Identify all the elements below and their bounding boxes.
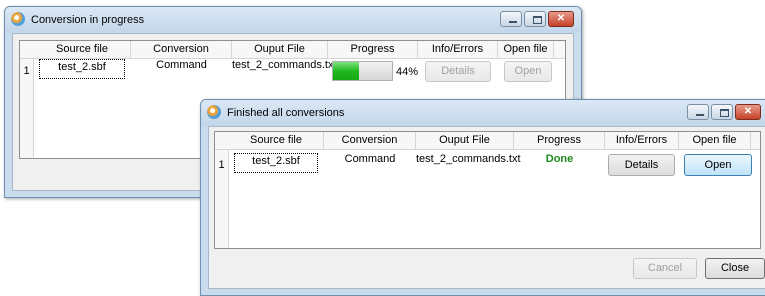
column-header-progress[interactable]: Progress <box>328 41 418 58</box>
window-title: Conversion in progress <box>31 14 145 26</box>
window-client-area: Source file Conversion Ouput File Progre… <box>208 126 765 289</box>
column-header-open-file[interactable]: Open file <box>679 132 751 149</box>
column-header-info-errors[interactable]: Info/Errors <box>418 41 498 58</box>
app-icon <box>11 12 25 26</box>
close-window-button[interactable] <box>735 104 761 120</box>
open-button[interactable]: Open <box>684 154 752 176</box>
conversion-table[interactable]: Source file Conversion Ouput File Progre… <box>214 131 761 249</box>
conversion-progress-bar <box>332 61 393 81</box>
close-button[interactable]: Close <box>705 258 765 279</box>
column-header-output-file[interactable]: Ouput File <box>232 41 328 58</box>
output-file-cell[interactable]: test_2_commands.txt <box>232 59 337 71</box>
conversion-cell[interactable]: Command <box>324 153 416 165</box>
progress-percent-label: 44% <box>396 66 419 78</box>
maximize-button[interactable] <box>711 104 733 120</box>
row-number: 1 <box>23 65 30 77</box>
close-window-button[interactable] <box>548 11 574 27</box>
title-bar[interactable]: Conversion in progress <box>5 7 581 33</box>
row-number: 1 <box>218 159 225 171</box>
details-button[interactable]: Details <box>425 61 491 82</box>
output-file-cell[interactable]: test_2_commands.txt <box>416 153 521 165</box>
column-header-conversion[interactable]: Conversion <box>131 41 232 58</box>
details-button[interactable]: Details <box>608 154 675 176</box>
finished-conversions-window: Finished all conversions Source file Con… <box>200 99 765 296</box>
column-header-progress[interactable]: Progress <box>514 132 605 149</box>
minimize-button[interactable] <box>687 104 709 120</box>
cancel-button[interactable]: Cancel <box>633 258 697 279</box>
maximize-button[interactable] <box>524 11 546 27</box>
minimize-button[interactable] <box>500 11 522 27</box>
progress-status-done: Done <box>545 153 574 165</box>
column-header-source-file[interactable]: Source file <box>34 41 131 58</box>
column-header-info-errors[interactable]: Info/Errors <box>605 132 679 149</box>
source-file-cell[interactable]: test_2.sbf <box>39 59 125 79</box>
table-header: Source file Conversion Ouput File Progre… <box>215 132 760 150</box>
column-header-output-file[interactable]: Ouput File <box>416 132 514 149</box>
progress-bar-fill <box>333 62 359 80</box>
window-title: Finished all conversions <box>227 107 345 119</box>
table-header: Source file Conversion Ouput File Progre… <box>20 41 565 59</box>
open-button[interactable]: Open <box>504 61 552 82</box>
title-bar[interactable]: Finished all conversions <box>201 100 765 126</box>
column-header-conversion[interactable]: Conversion <box>324 132 416 149</box>
column-header-open-file[interactable]: Open file <box>498 41 554 58</box>
conversion-cell[interactable]: Command <box>131 59 232 71</box>
source-file-cell[interactable]: test_2.sbf <box>234 153 318 173</box>
column-header-source-file[interactable]: Source file <box>229 132 324 149</box>
app-icon <box>207 105 221 119</box>
